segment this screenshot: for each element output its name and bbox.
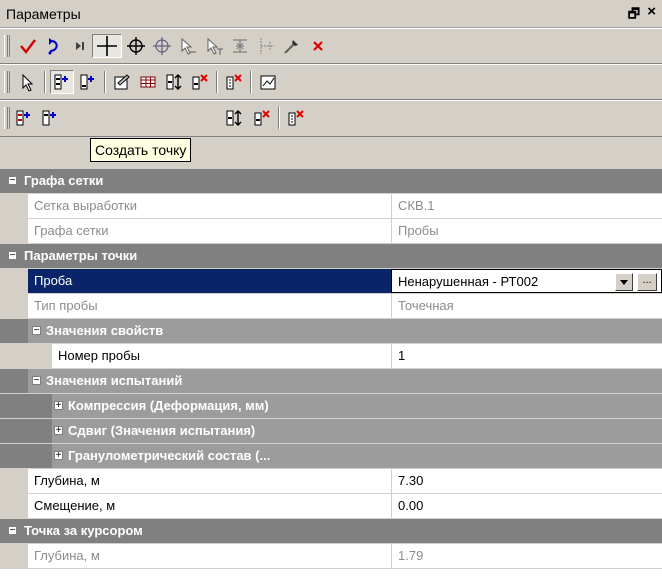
property-row[interactable]: Тип пробы Точечная [0,294,662,319]
property-name: Сетка выработки [34,198,137,213]
toolbar-separator [278,107,280,129]
report-icon[interactable] [256,70,280,94]
property-value: СКВ.1 [391,194,662,218]
pointer-icon[interactable] [16,70,40,94]
category-grid-graph[interactable]: − Графа сетки [0,169,662,194]
float-icon[interactable]: 🗗 [628,5,640,27]
skip-icon[interactable] [68,34,92,58]
property-name: Графа сетки [34,223,109,238]
expand-icon[interactable]: + [54,426,63,436]
category-test-values[interactable]: − Значения испытаний [0,369,662,394]
property-row[interactable]: Сетка выработки СКВ.1 [0,194,662,219]
property-name: Глубина, м [34,473,100,488]
tooltip: Создать точку [90,138,192,162]
select-cursor-icon[interactable] [176,34,200,58]
property-grid: − Графа сетки Сетка выработки СКВ.1 Граф… [0,169,662,587]
ellipsis-button[interactable]: ... [637,273,657,291]
toolbar-separator [250,71,252,93]
expand-icon[interactable]: + [54,451,63,461]
panel-titlebar: Параметры 🗗 × [0,0,662,28]
collapse-icon[interactable]: − [8,526,17,536]
panel-title: Параметры [6,6,81,22]
target2-icon[interactable] [150,34,174,58]
target-icon[interactable] [124,34,148,58]
property-value: Точечная [391,294,662,318]
sample-dropdown[interactable]: Ненарушенная - РТ002 ... [391,269,662,293]
create-point-icon[interactable] [12,106,36,130]
node-icon[interactable] [254,34,278,58]
property-name: Глубина, м [34,548,100,563]
add-point-icon[interactable] [50,70,74,94]
property-row[interactable]: Номер пробы 1 [0,344,662,369]
create-point2-icon[interactable] [38,106,62,130]
category-property-values[interactable]: − Значения свойств [0,319,662,344]
toolbar-points [0,64,662,100]
collapse-icon[interactable]: − [8,176,17,186]
add-point2-icon[interactable] [76,70,100,94]
property-row-selected[interactable]: Проба Ненарушенная - РТ002 ... [0,269,662,294]
property-name: Тип пробы [34,298,98,313]
category-compression[interactable]: + Компрессия (Деформация, мм) [0,394,662,419]
undo-icon[interactable] [42,34,66,58]
property-row[interactable]: Смещение, м 0.00 [0,494,662,519]
category-label: Точка за курсором [24,523,143,538]
property-row[interactable]: Глубина, м 1.79 [0,544,662,569]
close-icon[interactable]: × [647,3,656,20]
category-label: Графа сетки [24,173,104,188]
delete-all-icon[interactable] [284,106,308,130]
property-value[interactable]: 0.00 [391,494,662,518]
property-row[interactable]: Глубина, м 7.30 [0,469,662,494]
delete-icon[interactable] [306,34,330,58]
dropdown-value: Ненарушенная - РТ002 [398,274,539,289]
category-point-params[interactable]: − Параметры точки [0,244,662,269]
property-name: Смещение, м [34,498,116,513]
collapse-icon[interactable]: − [8,251,17,261]
check-icon[interactable] [16,34,40,58]
toolbar-grip[interactable] [4,107,10,129]
category-label: Параметры точки [24,248,138,263]
select-cursor2-icon[interactable] [202,34,226,58]
move-point-icon[interactable] [222,106,246,130]
toolbar-separator [44,71,46,93]
toolbar-create [0,100,662,137]
property-row[interactable]: Графа сетки Пробы [0,219,662,244]
category-cursor-point[interactable]: − Точка за курсором [0,519,662,544]
delete-all-icon[interactable] [222,70,246,94]
category-label: Гранулометрический состав (... [68,448,271,463]
collapse-icon[interactable]: − [32,376,41,386]
category-label: Сдвиг (Значения испытания) [68,423,256,438]
toolbar-separator [216,71,218,93]
category-label: Значения испытаний [46,373,183,388]
category-granulometry[interactable]: + Гранулометрический состав (... [0,444,662,469]
pick-icon[interactable] [280,34,304,58]
move-point-icon[interactable] [162,70,186,94]
toolbar-separator [104,71,106,93]
crosshair-icon[interactable] [92,34,122,58]
property-value[interactable]: 1 [391,344,662,368]
chevron-down-icon[interactable] [615,273,633,291]
property-value: Пробы [391,219,662,243]
property-value: 1.79 [391,544,662,568]
delete-point-icon[interactable] [250,106,274,130]
property-value[interactable]: 7.30 [391,469,662,493]
property-name: Проба [34,273,73,288]
category-label: Значения свойств [46,323,164,338]
expand-icon[interactable]: + [54,401,63,411]
table-icon[interactable] [136,70,160,94]
toolbar-grip[interactable] [4,71,10,93]
collapse-icon[interactable]: − [32,326,41,336]
category-label: Компрессия (Деформация, мм) [68,398,269,413]
toolbar-actions [0,28,662,64]
toolbar-grip[interactable] [4,35,10,57]
properties-icon[interactable] [110,70,134,94]
property-name: Номер пробы [58,348,140,363]
delete-point-icon[interactable] [188,70,212,94]
category-shear[interactable]: + Сдвиг (Значения испытания) [0,419,662,444]
snap-icon[interactable] [228,34,252,58]
